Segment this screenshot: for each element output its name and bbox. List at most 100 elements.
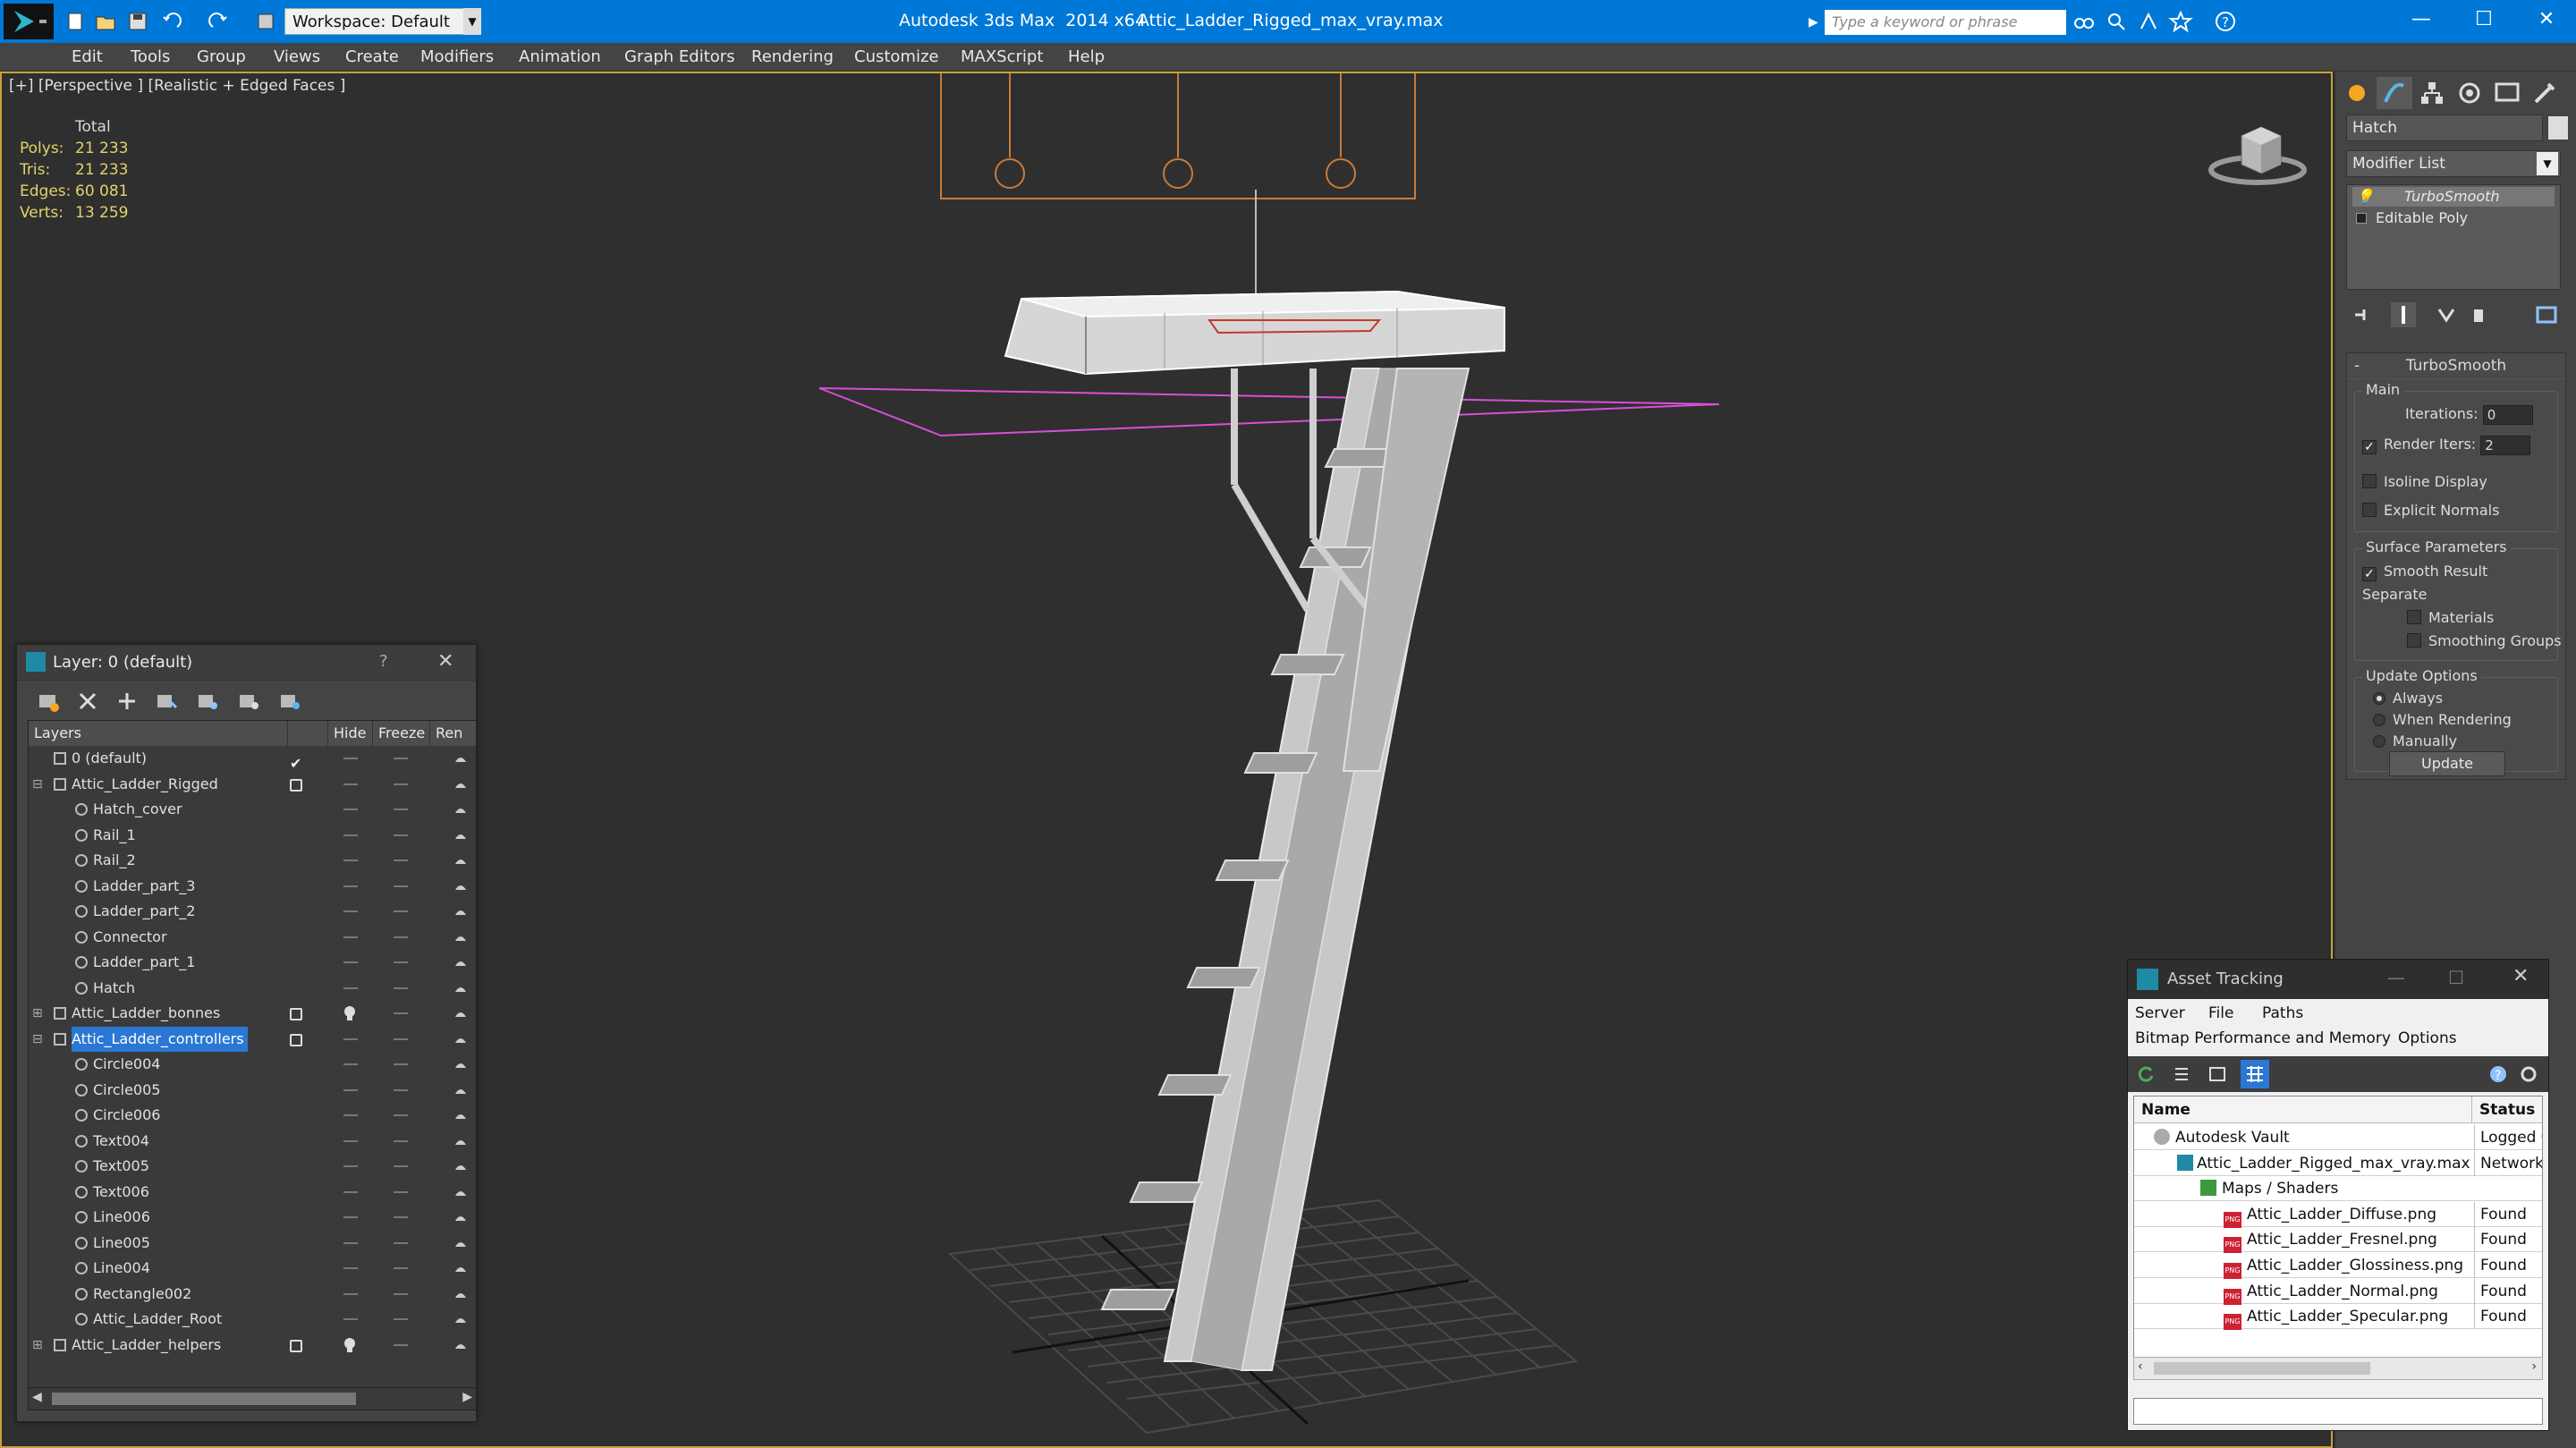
- set-current-box[interactable]: [290, 1033, 302, 1046]
- search-input[interactable]: Type a keyword or phrase: [1825, 10, 2066, 35]
- materials-row[interactable]: Materials: [2407, 608, 2494, 628]
- object-row[interactable]: Ladder_part_2: [29, 899, 476, 924]
- freeze-toggle[interactable]: [394, 1088, 408, 1091]
- freeze-toggle[interactable]: [394, 936, 408, 938]
- freeze-toggle[interactable]: [394, 1114, 408, 1116]
- object-row[interactable]: Connector: [29, 925, 476, 950]
- help-icon[interactable]: ?: [2487, 1063, 2509, 1085]
- menu-rendering[interactable]: Rendering: [751, 43, 834, 72]
- set-current-box[interactable]: [290, 778, 302, 792]
- teapot-render-icon[interactable]: [453, 1008, 468, 1019]
- when-rendering-radio[interactable]: [2373, 714, 2385, 726]
- hide-toggle[interactable]: [343, 1190, 358, 1193]
- layer-dialog-titlebar[interactable]: Layer: 0 (default) ? ✕: [17, 645, 476, 681]
- lightbulb-icon[interactable]: 💡: [2356, 187, 2374, 207]
- list-view-icon[interactable]: [2171, 1063, 2192, 1085]
- create-layer-icon[interactable]: [35, 688, 62, 715]
- layer-row[interactable]: ⊟ Attic_Ladder_controllers: [29, 1026, 476, 1052]
- highlight-layer-icon[interactable]: [194, 688, 221, 715]
- manually-row[interactable]: Manually: [2373, 732, 2457, 751]
- object-row[interactable]: Circle005: [29, 1078, 476, 1103]
- freeze-all-icon[interactable]: [276, 688, 303, 715]
- teapot-render-icon[interactable]: [453, 804, 468, 815]
- freeze-toggle[interactable]: [394, 987, 408, 989]
- modifier-stack[interactable]: 💡 TurboSmooth Editable Poly: [2346, 184, 2561, 290]
- hierarchy-tab-icon[interactable]: [2414, 77, 2450, 109]
- asset-dialog-titlebar[interactable]: Asset Tracking — ☐ ✕: [2128, 960, 2548, 999]
- menu-animation[interactable]: Animation: [519, 43, 601, 72]
- add-to-layer-icon[interactable]: [114, 688, 140, 715]
- motion-tab-icon[interactable]: [2452, 77, 2487, 109]
- open-file-icon[interactable]: [93, 9, 118, 34]
- col-hide[interactable]: Hide: [328, 721, 373, 746]
- menu-server[interactable]: Server: [2135, 1001, 2185, 1026]
- hide-all-icon[interactable]: [235, 688, 262, 715]
- object-row[interactable]: Circle004: [29, 1052, 476, 1077]
- hide-toggle[interactable]: [343, 1114, 358, 1116]
- refresh-icon[interactable]: [2135, 1063, 2157, 1085]
- select-objects-icon[interactable]: [153, 688, 180, 715]
- expand-box-icon[interactable]: [2356, 213, 2367, 224]
- set-current-box[interactable]: [290, 1008, 302, 1020]
- freeze-toggle[interactable]: [394, 834, 408, 836]
- teapot-render-icon[interactable]: [453, 1340, 468, 1351]
- freeze-toggle[interactable]: [394, 1241, 408, 1244]
- materials-checkbox[interactable]: [2407, 610, 2421, 624]
- stack-item-editable-poly[interactable]: Editable Poly: [2352, 208, 2468, 228]
- teapot-render-icon[interactable]: [453, 1263, 468, 1274]
- freeze-toggle[interactable]: [394, 1292, 408, 1295]
- teapot-render-icon[interactable]: [453, 1289, 468, 1300]
- lightbulb-icon[interactable]: [343, 1337, 356, 1353]
- menu-views[interactable]: Views: [274, 43, 320, 72]
- minimize-button[interactable]: —: [2387, 967, 2405, 988]
- smooth-result-checkbox[interactable]: ✓: [2362, 567, 2377, 581]
- hide-toggle[interactable]: [343, 885, 358, 887]
- stack-item-turbosmooth[interactable]: 💡 TurboSmooth: [2352, 187, 2555, 207]
- workspace-dropdown-button[interactable]: ▼: [463, 8, 481, 35]
- create-tab-icon[interactable]: [2339, 77, 2375, 109]
- freeze-toggle[interactable]: [394, 758, 408, 759]
- make-unique-icon[interactable]: [2436, 304, 2457, 326]
- freeze-toggle[interactable]: [394, 1012, 408, 1014]
- teapot-render-icon[interactable]: [453, 1085, 468, 1096]
- rollout-title[interactable]: - TurboSmooth: [2347, 353, 2565, 379]
- close-button[interactable]: ✕: [437, 650, 453, 673]
- maximize-button[interactable]: ☐: [2448, 967, 2464, 988]
- teapot-render-icon[interactable]: [453, 957, 468, 968]
- freeze-toggle[interactable]: [394, 1216, 408, 1218]
- isoline-display-checkbox[interactable]: [2362, 474, 2377, 488]
- update-button[interactable]: Update: [2389, 751, 2505, 776]
- hide-toggle[interactable]: [343, 1241, 358, 1244]
- asset-row[interactable]: Attic_Ladder_Rigged_max_vray.max Network …: [2134, 1150, 2542, 1176]
- display-tab-icon[interactable]: [2489, 77, 2525, 109]
- modifier-list-dropdown[interactable]: Modifier List ▼: [2346, 150, 2561, 177]
- object-row[interactable]: Line005: [29, 1231, 476, 1256]
- freeze-toggle[interactable]: [394, 859, 408, 861]
- manually-radio[interactable]: [2373, 735, 2385, 748]
- iterations-spinner[interactable]: 0: [2482, 404, 2533, 425]
- menu-file[interactable]: File: [2208, 1001, 2233, 1026]
- object-row[interactable]: Line006: [29, 1205, 476, 1230]
- tree-view-icon[interactable]: [2207, 1063, 2228, 1085]
- teapot-render-icon[interactable]: [453, 1110, 468, 1121]
- object-row[interactable]: Text004: [29, 1129, 476, 1154]
- explicit-normals-checkbox[interactable]: [2362, 503, 2377, 517]
- teapot-render-icon[interactable]: [453, 906, 468, 917]
- teapot-render-icon[interactable]: [453, 1136, 468, 1147]
- always-row[interactable]: Always: [2373, 689, 2443, 708]
- asset-row[interactable]: PNG Attic_Ladder_Normal.png Found: [2134, 1278, 2542, 1305]
- new-file-icon[interactable]: [63, 9, 88, 34]
- explicit-normals-row[interactable]: Explicit Normals: [2362, 501, 2499, 521]
- menu-help[interactable]: Help: [1068, 43, 1105, 72]
- hide-toggle[interactable]: [343, 809, 358, 810]
- scroll-right-icon[interactable]: ›: [2531, 1359, 2537, 1374]
- object-row[interactable]: Rail_1: [29, 823, 476, 848]
- favorites-star-icon[interactable]: [2168, 9, 2193, 34]
- expand-toggle-icon[interactable]: ⊟: [32, 1027, 43, 1052]
- hide-toggle[interactable]: [343, 1318, 358, 1320]
- teapot-render-icon[interactable]: [453, 779, 468, 790]
- smooth-result-row[interactable]: ✓ Smooth Result: [2362, 562, 2487, 581]
- controller-rectangle[interactable]: [940, 73, 1416, 199]
- teapot-render-icon[interactable]: [453, 1187, 468, 1198]
- smoothing-groups-checkbox[interactable]: [2407, 633, 2421, 648]
